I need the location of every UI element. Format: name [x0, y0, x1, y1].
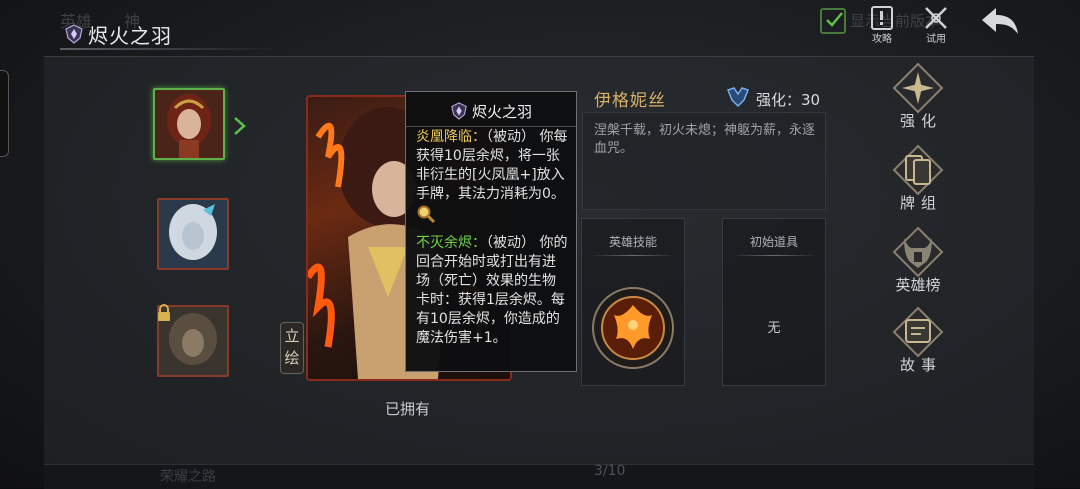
checkmark-icon — [826, 12, 843, 27]
hero-description: 涅槃千载，初火未熄；神躯为薪，永逐血咒。 — [594, 123, 816, 156]
phoenix-skill-icon[interactable] — [590, 285, 676, 371]
starting-item-value: 无 — [767, 321, 781, 336]
tooltip-title: 烬火之羽 — [472, 103, 533, 121]
skill1-name: 炎凰降临： — [416, 129, 486, 145]
lock-icon — [158, 304, 170, 321]
page-indicator: 3/10 — [594, 463, 626, 479]
compass-star-icon — [892, 62, 944, 114]
trial-label: 试用 — [926, 34, 946, 45]
starting-item-title: 初始道具 — [749, 235, 798, 249]
slot-divider — [590, 255, 676, 256]
trial-button[interactable]: 试用 — [918, 4, 954, 45]
skill1-block: 炎凰降临：（被动） 你每获得10层余烬，将一张非衍生的[火凤凰+]放入手牌，其法… — [416, 128, 568, 224]
shield-icon — [65, 24, 83, 44]
deck-button[interactable]: 牌组 — [886, 144, 950, 212]
shield-icon — [451, 102, 467, 120]
enhance-rank-icon — [727, 87, 749, 108]
skill2-block: 不灭余烬：（被动） 你的回合开始时或打出有进场（死亡）效果的生物卡时：获得1层余… — [416, 234, 568, 348]
skill2-name: 不灭余烬： — [416, 235, 486, 251]
horned-helmet-icon — [892, 226, 944, 278]
hero-skill-title: 英雄技能 — [608, 235, 657, 249]
magnifier-icon[interactable] — [416, 204, 436, 224]
hero-portrait-silver-hair — [159, 200, 227, 268]
title-underline — [60, 48, 280, 50]
cards-icon — [892, 144, 944, 196]
starting-item-slot[interactable]: 初始道具 无 — [722, 218, 826, 386]
back-button[interactable] — [978, 4, 1022, 40]
skin-portrait-1[interactable] — [153, 88, 225, 160]
enhance-level: 强化：30 — [756, 89, 820, 110]
ranking-label: 英雄榜 — [895, 276, 941, 294]
skin-tooltip: 烬火之羽 炎凰降临：（被动） 你每获得10层余烬，将一张非衍生的[火凤凰+]放入… — [405, 91, 577, 372]
scroll-book-icon — [892, 306, 944, 358]
skill2-desc: 你的回合开始时或打出有进场（死亡）效果的生物卡时：获得1层余烬。每有10层余烬，… — [416, 235, 568, 346]
enhance-button[interactable]: 强化 — [886, 62, 950, 130]
book-icon — [871, 6, 893, 30]
back-arrow-icon — [982, 8, 1018, 34]
guide-label: 攻略 — [872, 34, 892, 45]
bottom-ghost-label: 荣耀之路 — [160, 469, 216, 485]
skill1-type: （被动） — [486, 129, 535, 145]
illustration-button[interactable]: 立绘 — [280, 322, 304, 374]
hero-skill-slot[interactable]: 英雄技能 — [581, 218, 685, 386]
deck-label: 牌组 — [899, 194, 942, 212]
story-button[interactable]: 故事 — [886, 306, 950, 374]
enhance-value: 30 — [801, 91, 821, 109]
page-title: 烬火之羽 — [88, 24, 172, 48]
skin-portrait-2[interactable] — [157, 198, 229, 270]
system-edge-handle — [0, 70, 9, 157]
enhance-label: 强化 — [899, 112, 942, 130]
hero-name: 伊格妮丝 — [594, 91, 666, 111]
skill2-type: （被动） — [486, 235, 535, 251]
slot-divider — [731, 255, 817, 256]
guide-button[interactable]: 攻略 — [864, 4, 900, 45]
owned-status: 已拥有 — [385, 400, 431, 418]
enhance-label: 强化： — [756, 91, 802, 109]
selected-chevron-icon — [234, 117, 246, 135]
tooltip-header: 烬火之羽 — [406, 92, 576, 127]
crossed-swords-icon — [925, 7, 947, 29]
hero-portrait-red-hair — [155, 90, 223, 158]
story-label: 故事 — [899, 356, 942, 374]
ranking-button[interactable]: 英雄榜 — [886, 226, 950, 294]
show-version-checkbox[interactable] — [820, 8, 846, 34]
tooltip-body: 炎凰降临：（被动） 你每获得10层余烬，将一张非衍生的[火凤凰+]放入手牌，其法… — [416, 128, 568, 348]
